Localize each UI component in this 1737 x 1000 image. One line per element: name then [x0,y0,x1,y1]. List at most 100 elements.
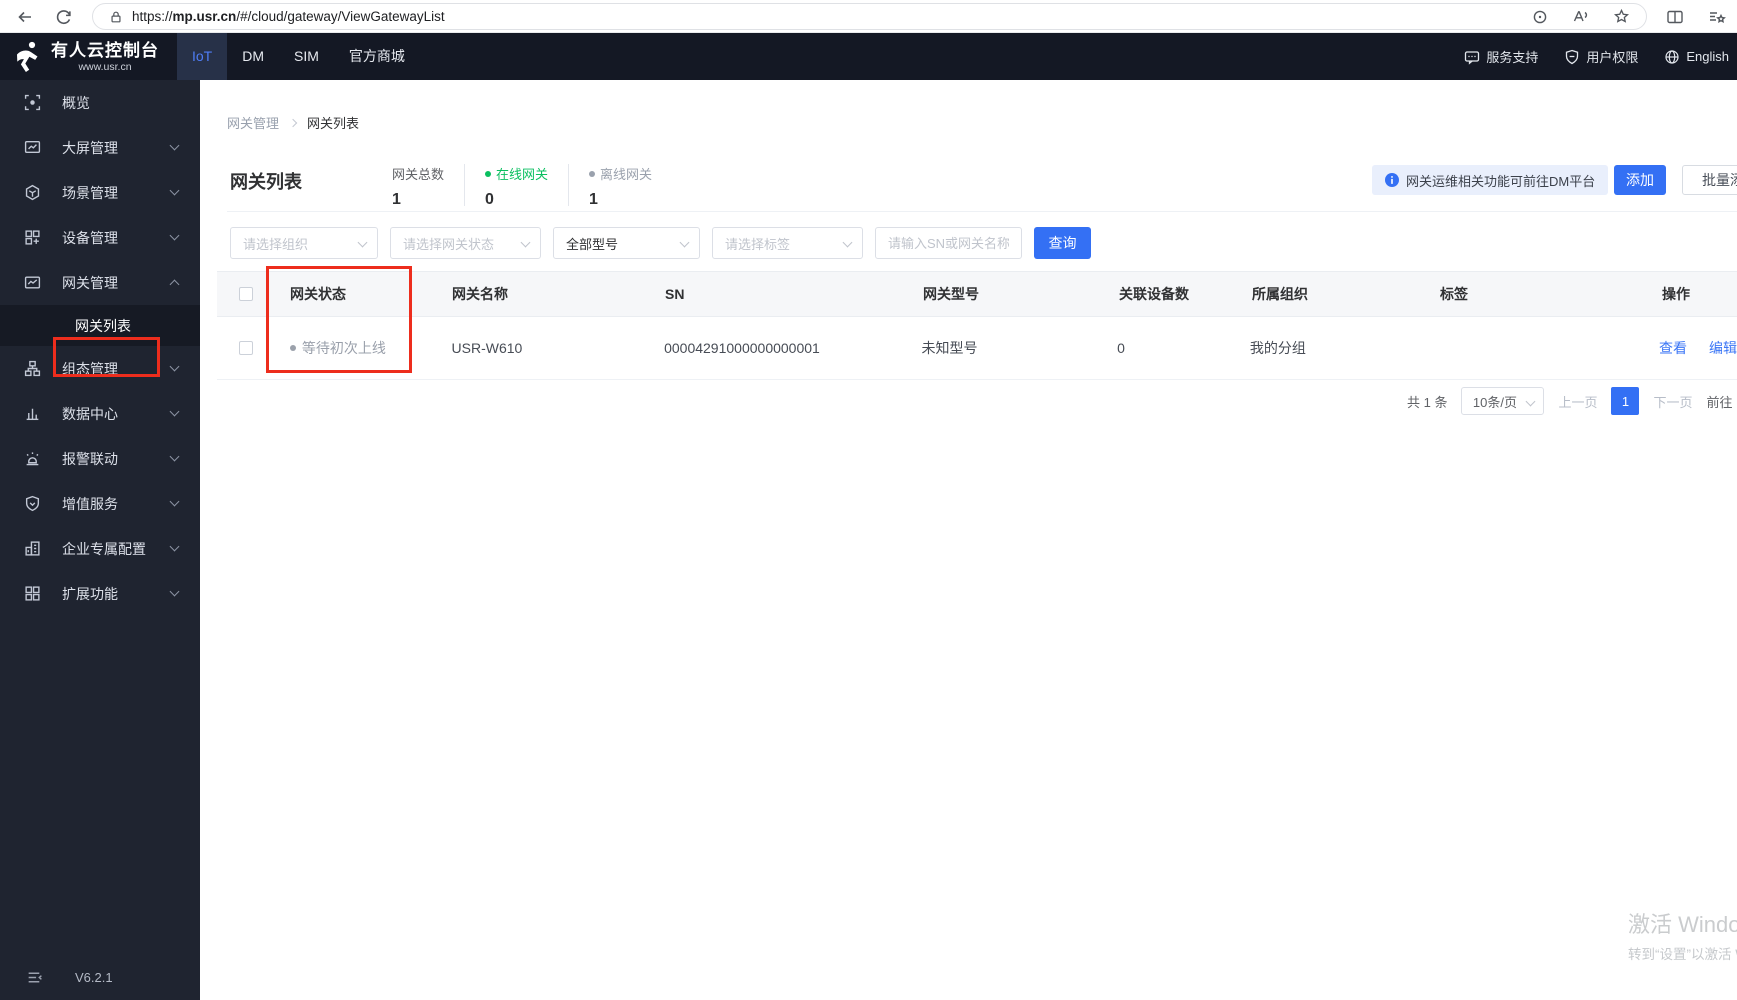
chat-icon [1464,49,1480,65]
cell-gateway-model: 未知型号 [921,340,978,356]
logo[interactable]: 有人云控制台 www.usr.cn [12,39,159,73]
sidebar-item-device-mgmt[interactable]: 设备管理 [0,215,200,260]
favorite-star-icon[interactable] [1613,8,1630,25]
col-tag: 标签 [1440,286,1468,302]
chevron-down-icon [169,185,180,196]
header-divider [227,211,1737,212]
chevron-down-icon [169,361,180,372]
device-icon [24,229,41,246]
windows-activation-watermark: 激活 Windows 转到“设置”以激活 Windows [1628,912,1737,962]
lock-icon[interactable] [109,10,123,24]
page-size-select[interactable]: 10条/页 [1461,387,1545,415]
col-linked-devices: 关联设备数 [1119,286,1189,302]
sidebar-item-gateway-mgmt[interactable]: 网关管理 [0,260,200,305]
page-title: 网关列表 [230,172,302,192]
prev-page-button[interactable]: 上一页 [1558,392,1597,411]
col-sn: SN [665,286,685,302]
chevron-down-icon [679,237,690,248]
dm-platform-notice[interactable]: 网关运维相关功能可前往DM平台 [1372,165,1609,195]
shield-icon [1564,49,1580,65]
sidebar-item-scene-mgmt[interactable]: 场景管理 [0,170,200,215]
overview-icon [24,94,41,111]
tag-select[interactable]: 请选择标签 [712,227,863,259]
back-icon[interactable] [12,4,38,30]
sidebar-item-value-added[interactable]: 增值服务 [0,481,200,526]
url-text: https://mp.usr.cn/#/cloud/gateway/ViewGa… [132,9,445,24]
green-dot-icon [485,170,492,177]
tab-sim[interactable]: SIM [279,33,334,80]
stat-total: 网关总数 1 [392,167,445,208]
next-page-button[interactable]: 下一页 [1653,392,1692,411]
read-aloud-icon[interactable] [1572,8,1589,25]
chevron-down-icon [169,140,180,151]
add-button[interactable]: 添加 [1614,165,1666,195]
search-input[interactable] [875,227,1022,259]
top-navbar: 有人云控制台 www.usr.cn IoT DM SIM 官方商城 服务支持 用… [0,33,1737,80]
sidebar-item-extensions[interactable]: 扩展功能 [0,571,200,616]
stat-online: 在线网关 0 [485,167,549,208]
row-checkbox[interactable] [238,341,253,355]
tab-iot[interactable]: IoT [177,33,228,80]
status-badge: 等待初次上线 [289,338,437,358]
chevron-down-icon [169,586,180,597]
goto-page-label: 前往 [1706,394,1733,410]
org-select[interactable]: 请选择组织 [230,227,378,259]
collections-icon[interactable] [1704,4,1730,30]
breadcrumb: 网关管理 网关列表 [227,113,359,132]
chevron-up-icon [169,279,180,290]
support-menu[interactable]: 服务支持 [1464,47,1538,66]
split-screen-icon[interactable] [1662,4,1688,30]
app-title: 有人云控制台 [51,40,159,60]
chevron-down-icon [169,230,180,241]
language-menu[interactable]: English [1664,49,1729,65]
edit-link[interactable]: 编辑 [1709,340,1737,356]
browser-toolbar: https://mp.usr.cn/#/cloud/gateway/ViewGa… [0,0,1737,33]
col-organization: 所属组织 [1252,286,1308,302]
sidebar-item-config-mgmt[interactable]: 组态管理 [0,346,200,391]
app-subtitle: www.usr.cn [78,60,132,73]
gray-dot-icon [289,345,296,351]
sidebar-item-alarm-linkage[interactable]: 报警联动 [0,436,200,481]
gateway-stats: 网关总数 1 在线网关 0 离线网关 1 [392,164,652,209]
scene-icon [24,184,41,201]
query-button[interactable]: 查询 [1034,227,1091,259]
sidebar-item-overview[interactable]: 概览 [0,80,200,125]
tab-mall[interactable]: 官方商城 [334,33,420,80]
collapse-sidebar-icon[interactable] [26,969,43,986]
location-icon[interactable] [1532,9,1548,25]
chevron-right-icon [288,118,298,127]
sidebar-item-enterprise-config[interactable]: 企业专属配置 [0,526,200,571]
building-icon [24,540,41,557]
usr-person-logo-icon [12,39,44,73]
batch-add-button[interactable]: 批量添加 [1682,165,1737,195]
breadcrumb-current: 网关列表 [307,116,360,131]
sidebar-item-data-center[interactable]: 数据中心 [0,391,200,436]
breadcrumb-section[interactable]: 网关管理 [227,113,279,132]
siren-icon [24,450,41,467]
info-icon [1385,173,1399,187]
big-screen-icon [24,139,41,156]
total-count: 共 1 条 [1407,394,1448,410]
table-row: 等待初次上线 USR-W610 00004291000000000001 未知型… [217,317,1737,380]
gateway-status-select[interactable]: 请选择网关状态 [390,227,541,259]
table-header-row: 网关状态 网关名称 SN 网关型号 关联设备数 所属组织 标签 操作 [217,271,1737,317]
col-gateway-status: 网关状态 [290,286,346,302]
sitemap-icon [24,360,41,377]
view-link[interactable]: 查看 [1659,340,1687,356]
page-number-1[interactable]: 1 [1611,387,1640,415]
sidebar-item-gateway-list[interactable]: 网关列表 [0,305,200,346]
tab-dm[interactable]: DM [227,33,279,80]
col-gateway-name: 网关名称 [452,286,508,302]
cell-linked-devices: 0 [1117,340,1125,356]
model-select[interactable]: 全部型号 [553,227,700,259]
sidebar: 概览 大屏管理 场景管理 设备管理 网关管理 网关列表 组态管理 数据中心 报警… [0,80,200,1000]
chevron-down-icon [169,451,180,462]
stat-offline: 离线网关 1 [589,167,653,208]
refresh-icon[interactable] [50,4,76,30]
permissions-menu[interactable]: 用户权限 [1564,47,1638,66]
address-bar[interactable]: https://mp.usr.cn/#/cloud/gateway/ViewGa… [92,3,1647,30]
select-all-checkbox[interactable] [239,287,253,301]
pagination: 共 1 条 10条/页 上一页 1 下一页 前往 [1407,387,1733,415]
col-actions: 操作 [1662,286,1690,302]
sidebar-item-screen-mgmt[interactable]: 大屏管理 [0,125,200,170]
